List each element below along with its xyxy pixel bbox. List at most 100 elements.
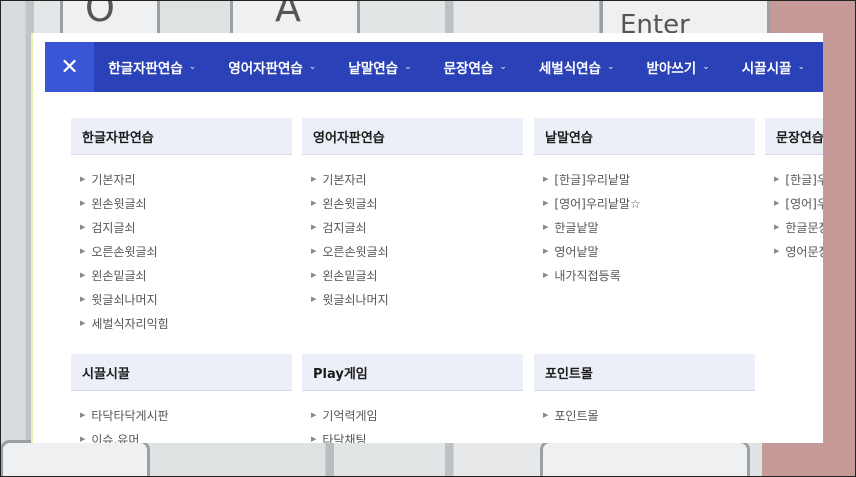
menu-link-label: 타닥채팅 [322,432,367,444]
menu-link[interactable]: ▶ 윗글쇠나머지 [311,287,523,311]
triangle-right-icon: ▶ [311,271,317,279]
nav-label: 영어자판연습 [228,61,303,77]
menu-sections: 한글자판연습 ▶ 기본자리 ▶ 왼손윗글쇠 ▶ 검지글쇠 ▶ 오른손윗글쇠 ▶ 왼손밑글쇠… [71,118,823,443]
menu-link[interactable]: ▶ 왼손밑글쇠 [311,263,523,287]
menu-link-label: 기본자리 [91,172,136,187]
triangle-right-icon: ▶ [543,223,549,231]
nav-item-word-practice[interactable]: 낱말연습 ⌄ [348,57,411,77]
chevron-down-icon: ⌄ [702,62,710,72]
section-title: 문장연습 [765,118,823,155]
section-title: 낱말연습 [534,118,755,155]
menu-link[interactable]: ▶ [영어]우 [774,191,823,215]
triangle-right-icon: ▶ [543,271,549,279]
section-play-games: Play게임 ▶ 기억력게임 ▶ 타닥채팅 [302,354,523,443]
background-key-bottom-2 [540,440,750,477]
triangle-right-icon: ▶ [543,247,549,255]
mega-menu-panel: ✕ 한글자판연습 ⌄ 영어자판연습 ⌄ 낱말연습 ⌄ 문장연습 ⌄ 세벌식연습 ⌄ 받아쓰… [33,33,823,443]
chevron-down-icon: ⌄ [797,62,805,72]
triangle-right-icon: ▶ [774,247,780,255]
section-links: ▶ 기억력게임 ▶ 타닥채팅 [302,391,523,444]
nav-label: 낱말연습 [348,61,399,77]
background-key-bottom-1 [0,440,150,477]
menu-link-label: 타닥타닥게시판 [91,408,169,423]
triangle-right-icon: ▶ [311,223,317,231]
menu-link-label: 한글낱말 [554,220,599,235]
background-key-a-glyph: A [275,0,301,30]
menu-link[interactable]: ▶ 세벌식자리익힘 [80,311,292,335]
menu-link-label: 한글문장 [785,220,823,235]
menu-link[interactable]: ▶ [한글]우리낱말 [543,167,755,191]
triangle-right-icon: ▶ [80,247,86,255]
menu-link[interactable]: ▶ 윗글쇠나머지 [80,287,292,311]
menu-link[interactable]: ▶ 타닥타닥게시판 [80,403,292,427]
nav-item-dictation[interactable]: 받아쓰기 ⌄ [647,57,710,77]
menu-link-label: [한글]우 [785,172,823,187]
menu-link-label: 왼손윗글쇠 [322,196,378,211]
menu-link-label: [한글]우리낱말 [554,172,630,187]
section-english-keyboard: 영어자판연습 ▶ 기본자리 ▶ 왼손윗글쇠 ▶ 검지글쇠 ▶ 오른손윗글쇠 ▶ 왼손밑글쇠… [302,118,523,311]
section-word-practice: 낱말연습 ▶ [한글]우리낱말 ▶ [영어]우리낱말☆ ▶ 한글낱말 ▶ 영어낱말 ▶ 내… [534,118,755,287]
triangle-right-icon: ▶ [311,411,317,419]
menu-link[interactable]: ▶ 이슈.유머 [80,427,292,444]
triangle-right-icon: ▶ [80,271,86,279]
nav-label: 받아쓰기 [646,61,697,77]
menu-link[interactable]: ▶ 검지글쇠 [80,215,292,239]
section-title: 포인트몰 [534,354,755,391]
menu-link-label: 왼손밑글쇠 [91,268,147,283]
menu-link[interactable]: ▶ 영어낱말 [543,239,755,263]
menu-link[interactable]: ▶ 한글문장 [774,215,823,239]
section-links: ▶ [한글]우 ▶ [영어]우 ▶ 한글문장 ▶ 영어문장 [765,155,823,263]
menu-link-label: 윗글쇠나머지 [91,292,158,307]
menu-link[interactable]: ▶ 오른손윗글쇠 [311,239,523,263]
section-links: ▶ [한글]우리낱말 ▶ [영어]우리낱말☆ ▶ 한글낱말 ▶ 영어낱말 ▶ 내가직접등록 [534,155,755,287]
menu-link[interactable]: ▶ 내가직접등록 [543,263,755,287]
triangle-right-icon: ▶ [311,435,317,443]
menu-link[interactable]: ▶ [한글]우 [774,167,823,191]
menu-link[interactable]: ▶ 포인트몰 [543,403,755,427]
menu-link[interactable]: ▶ [영어]우리낱말☆ [543,191,755,215]
chevron-down-icon: ⌄ [404,62,412,72]
menu-link[interactable]: ▶ 왼손밑글쇠 [80,263,292,287]
menu-link[interactable]: ▶ 영어문장 [774,239,823,263]
nav-label: 한글자판연습 [108,61,183,77]
triangle-right-icon: ▶ [80,319,86,327]
section-title: 영어자판연습 [302,118,523,155]
menu-link-label: 오른손윗글쇠 [322,244,389,259]
close-menu-button[interactable]: ✕ [45,42,95,92]
section-community: 시끌시끌 ▶ 타닥타닥게시판 ▶ 이슈.유머 [71,354,292,443]
section-links: ▶ 기본자리 ▶ 왼손윗글쇠 ▶ 검지글쇠 ▶ 오른손윗글쇠 ▶ 왼손밑글쇠 ▶ 윗글쇠나머… [71,155,292,335]
menu-link[interactable]: ▶ 기본자리 [311,167,523,191]
chevron-down-icon: ⌄ [499,62,507,72]
background-key-o-glyph: O [85,0,115,30]
triangle-right-icon: ▶ [311,295,317,303]
nav-item-community[interactable]: 시끌시끌 ⌄ [742,57,805,77]
triangle-right-icon: ▶ [543,199,549,207]
menu-link[interactable]: ▶ 검지글쇠 [311,215,523,239]
triangle-right-icon: ▶ [774,223,780,231]
menu-link[interactable]: ▶ 기억력게임 [311,403,523,427]
triangle-right-icon: ▶ [80,223,86,231]
triangle-right-icon: ▶ [311,199,317,207]
menu-link[interactable]: ▶ 기본자리 [80,167,292,191]
menu-link[interactable]: ▶ 한글낱말 [543,215,755,239]
nav-item-sebeolsik-practice[interactable]: 세벌식연습 ⌄ [539,57,615,77]
menu-link-label: 기억력게임 [322,408,378,423]
nav-item-english-keyboard[interactable]: 영어자판연습 ⌄ [228,57,316,77]
top-nav-bar: ✕ 한글자판연습 ⌄ 영어자판연습 ⌄ 낱말연습 ⌄ 문장연습 ⌄ 세벌식연습 ⌄ 받아쓰… [45,42,823,92]
nav-item-korean-keyboard[interactable]: 한글자판연습 ⌄ [108,57,196,77]
menu-link[interactable]: ▶ 타닥채팅 [311,427,523,444]
nav-item-sentence-practice[interactable]: 문장연습 ⌄ [444,57,507,77]
section-links: ▶ 타닥타닥게시판 ▶ 이슈.유머 [71,391,292,444]
menu-link[interactable]: ▶ 왼손윗글쇠 [311,191,523,215]
triangle-right-icon: ▶ [543,411,549,419]
menu-link-label: 윗글쇠나머지 [322,292,389,307]
menu-link-label: 영어낱말 [554,244,599,259]
menu-link[interactable]: ▶ 오른손윗글쇠 [80,239,292,263]
menu-link[interactable]: ▶ 왼손윗글쇠 [80,191,292,215]
menu-link-label: 왼손밑글쇠 [322,268,378,283]
menu-link-label: 내가직접등록 [554,268,621,283]
triangle-right-icon: ▶ [80,175,86,183]
chevron-down-icon: ⌄ [188,62,197,72]
menu-link-label: 세벌식자리익힘 [91,316,169,331]
nav-label: 시끌시끌 [741,61,792,77]
